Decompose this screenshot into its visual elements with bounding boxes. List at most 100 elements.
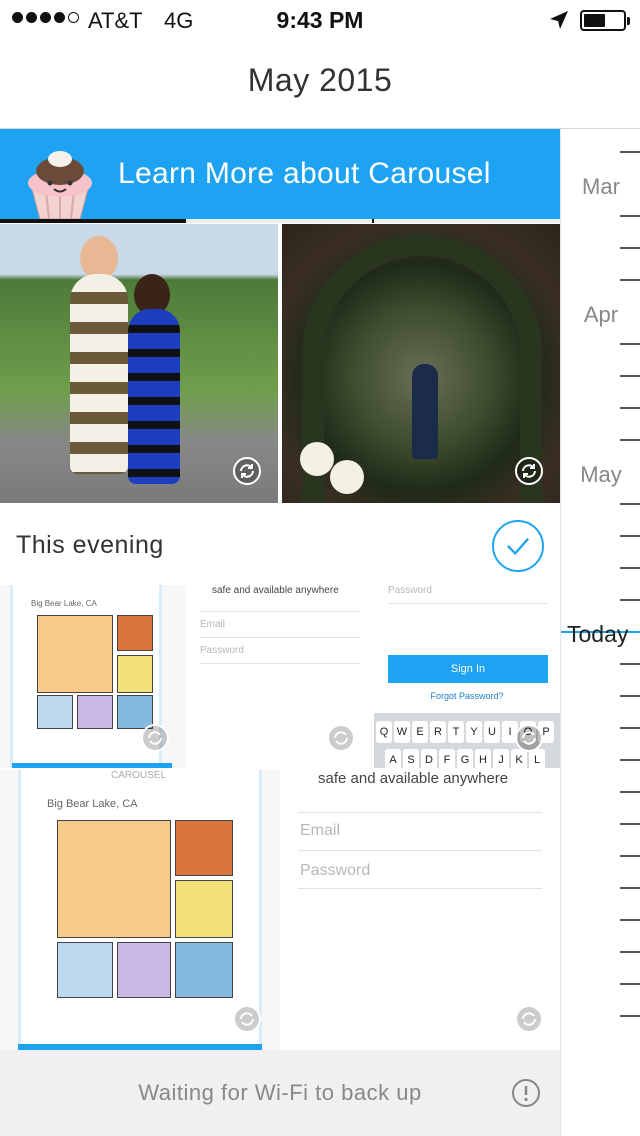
keyboard-key: F [439, 749, 455, 768]
email-placeholder: Email [300, 822, 341, 839]
timeline-tick [620, 439, 640, 441]
timeline-tick [620, 599, 640, 601]
comic-panel [57, 820, 171, 938]
comic-panel [57, 942, 113, 998]
timeline-tick [620, 535, 640, 537]
sync-icon [515, 724, 543, 752]
learn-more-banner[interactable]: Learn More about Carousel [0, 129, 560, 220]
keyboard-key: S [403, 749, 419, 768]
timeline-tick [620, 503, 640, 505]
sync-icon [233, 1005, 261, 1033]
timeline-tick [620, 279, 640, 281]
email-placeholder: Email [200, 619, 226, 630]
select-all-button[interactable] [492, 520, 544, 572]
timeline-tick [620, 247, 640, 249]
timeline-tick [620, 983, 640, 985]
location-label: Big Bear Lake, CA [31, 599, 97, 608]
photo-thumbnail[interactable] [282, 224, 560, 503]
checkmark-icon [507, 537, 530, 556]
flower [330, 460, 364, 494]
person-figure [128, 309, 180, 484]
screenshot-heading: safe and available anywhere [318, 770, 509, 787]
keyboard-key: T [448, 721, 464, 743]
timeline-tick [620, 343, 640, 345]
screenshot-thumbnail[interactable]: Password Sign In Forgot Password? Q W E … [374, 585, 560, 768]
page-title: May 2015 [247, 62, 393, 98]
keyboard-key: Y [466, 721, 482, 743]
app-frame: CAROUSEL Big Bear Lake, CA [18, 770, 262, 1050]
timeline-tick [620, 919, 640, 921]
keyboard-key: D [421, 749, 437, 768]
comic-panel [37, 695, 73, 729]
forgot-password-link: Forgot Password? [430, 691, 504, 701]
comic-panel [37, 615, 113, 693]
password-placeholder: Password [200, 645, 244, 656]
timeline-tick [620, 951, 640, 953]
comic-panel [77, 695, 113, 729]
app-header: CAROUSEL [111, 770, 167, 781]
banner-page-indicator [0, 219, 560, 223]
comic-panel [175, 880, 233, 938]
keyboard-key: J [493, 749, 509, 768]
screenshot-heading: safe and available anywhere [212, 585, 339, 596]
field-divider [298, 812, 542, 813]
timeline-month: Mar [582, 174, 620, 199]
timeline-tick [620, 1015, 640, 1017]
timeline-month: Apr [583, 302, 619, 327]
comic-panel [117, 942, 171, 998]
signal-strength-icon [12, 12, 79, 23]
screenshot-thumbnail[interactable]: CAROUSEL Big Bear Lake, CA [0, 770, 280, 1050]
backup-status-bar[interactable]: Waiting for Wi-Fi to back up [0, 1050, 560, 1136]
keyboard-key: U [484, 721, 500, 743]
field-divider [298, 888, 542, 889]
person-figure [70, 274, 128, 474]
comic-panel [175, 942, 233, 998]
button-edge [12, 763, 172, 768]
timeline-tick [620, 567, 640, 569]
screenshot-thumbnail[interactable]: Big Bear Lake, CA [0, 585, 186, 768]
section-label: This evening [16, 531, 164, 559]
sync-icon [515, 457, 543, 485]
alert-icon[interactable] [511, 1078, 541, 1108]
keyboard-key: E [412, 721, 428, 743]
sync-icon [233, 457, 261, 485]
timeline-tick [620, 759, 640, 761]
keyboard-key: G [457, 749, 473, 768]
timeline-tick [620, 695, 640, 697]
sync-icon [327, 724, 355, 752]
banner-text: Learn More about Carousel [118, 157, 491, 190]
timeline-tick [620, 375, 640, 377]
timeline-month: May [580, 462, 622, 487]
location-label: Big Bear Lake, CA [47, 798, 138, 810]
backup-status-text: Waiting for Wi-Fi to back up [138, 1080, 422, 1105]
screenshot-thumbnail[interactable]: safe and available anywhere Email Passwo… [282, 770, 560, 1050]
keyboard-key: W [394, 721, 410, 743]
keyboard-key: H [475, 749, 491, 768]
timeline-tick [620, 791, 640, 793]
status-bar: AT&T 4G 9:43 PM [0, 0, 640, 40]
location-arrow-icon [550, 11, 568, 29]
password-placeholder: Password [300, 862, 371, 879]
field-divider [200, 637, 360, 638]
carrier-name: AT&T [88, 8, 143, 33]
field-divider [200, 663, 360, 664]
sign-in-button: Sign In [388, 655, 548, 683]
timeline-tick [620, 887, 640, 889]
field-divider [200, 611, 360, 612]
comic-panel [117, 655, 153, 693]
keyboard-key: R [430, 721, 446, 743]
cupcake-icon [28, 151, 92, 220]
field-divider [298, 850, 542, 851]
screenshot-thumbnail[interactable]: safe and available anywhere Email Passwo… [188, 585, 372, 768]
network-type: 4G [164, 8, 194, 33]
field-divider [388, 603, 548, 604]
timeline-scrubber[interactable]: Mar Apr May Today [560, 129, 640, 1136]
flower [300, 442, 334, 476]
timeline-tick [620, 855, 640, 857]
battery-icon [580, 10, 630, 31]
timeline-tick [620, 215, 640, 217]
timeline-tick [620, 663, 640, 665]
password-placeholder: Password [388, 585, 432, 596]
photo-thumbnail[interactable] [0, 224, 278, 503]
comic-panel [117, 615, 153, 651]
